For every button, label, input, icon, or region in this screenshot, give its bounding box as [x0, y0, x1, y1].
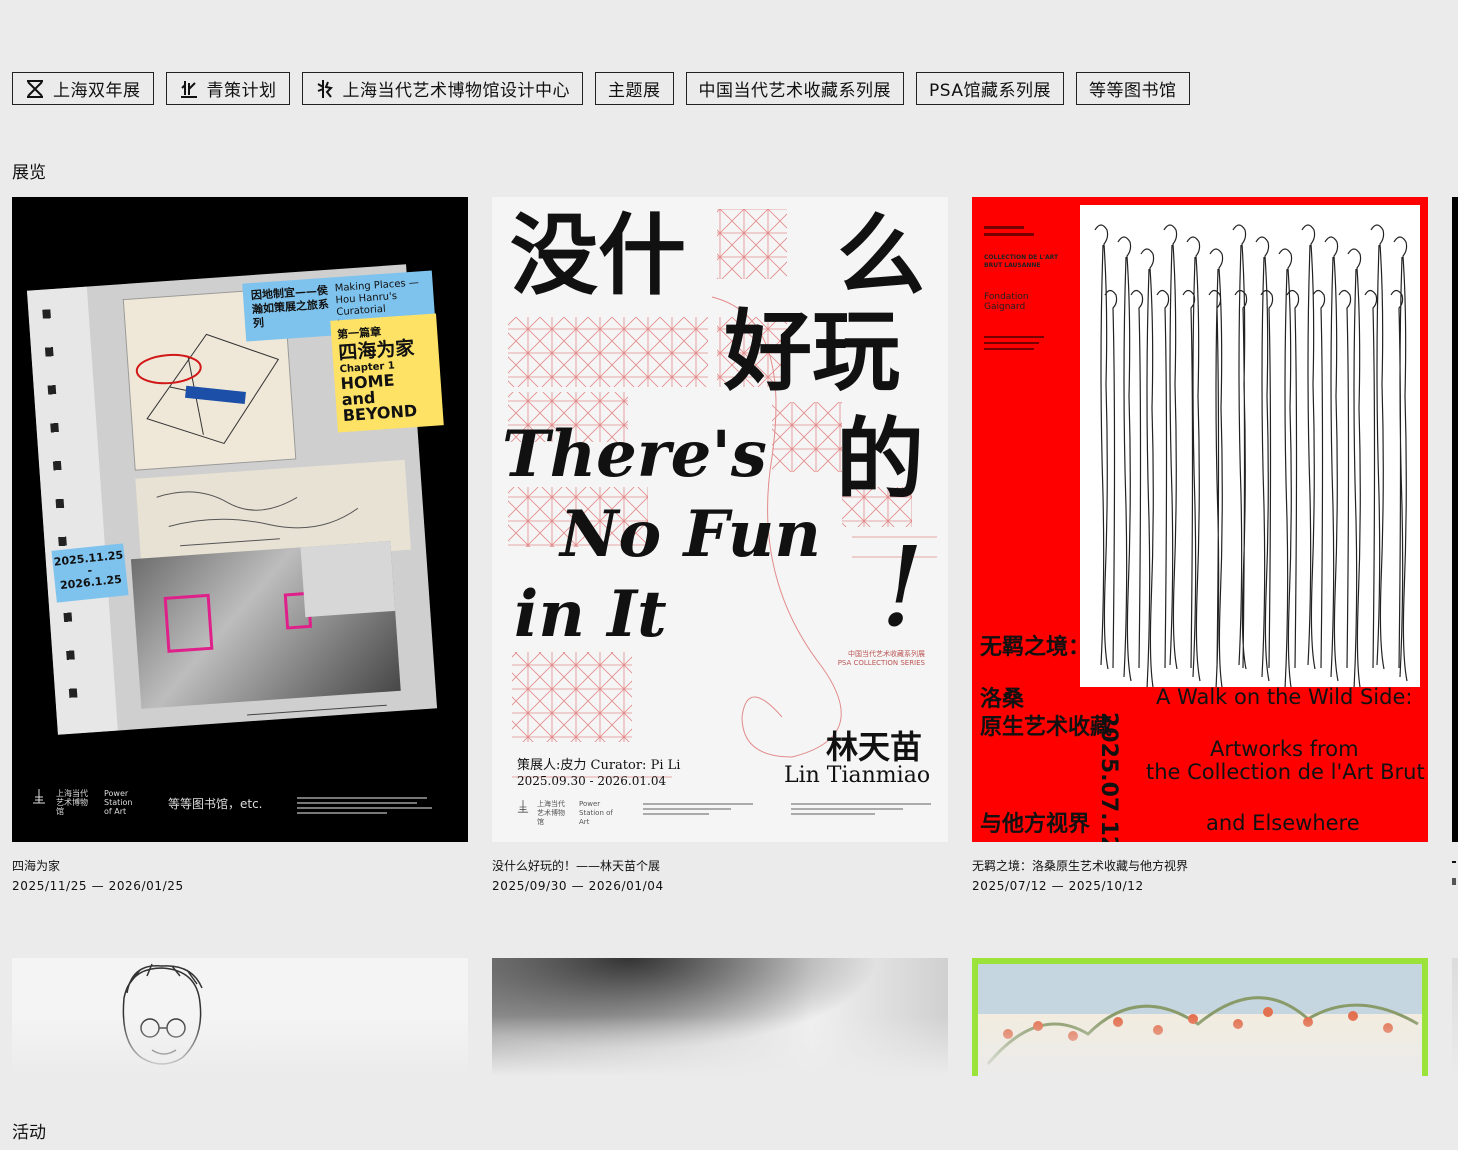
- exhibition-card[interactable]: 因地制宜——侯瀚如策展之旅系列 Making Places — Hou Hanr…: [12, 197, 468, 893]
- artist-name-en: Lin Tianmiao: [784, 763, 931, 788]
- exhibition-title[interactable]: 无羁之境：洛桑原生艺术收藏与他方视界: [972, 857, 1428, 874]
- biennale-logo-icon: [27, 79, 43, 98]
- series-cn: 中国当代艺术收藏系列展: [848, 650, 925, 658]
- series-en: PSA COLLECTION SERIES: [837, 659, 925, 667]
- filter-label: 青策计划: [206, 81, 277, 101]
- poster-drawing: [1080, 205, 1420, 694]
- psa-logo-icon: [517, 800, 529, 813]
- exhibition-poster[interactable]: 因地制宜——侯瀚如策展之旅系列 Making Places — Hou Hanr…: [12, 197, 468, 842]
- exhibition-date: 2025/07/12 — 2025/10/12: [972, 879, 1144, 893]
- curator-text: 策展人:皮力 Curator: Pi Li: [517, 758, 681, 773]
- curatorial-logo-icon: [180, 80, 197, 98]
- exhibition-card-preview-partial[interactable]: [1452, 958, 1458, 1076]
- venue-en: Power Station of Art: [104, 789, 133, 816]
- poster-cn-title: 好玩: [724, 299, 901, 403]
- filter-label: 上海当代艺术博物馆设计中心: [342, 81, 570, 101]
- exhibition-title-partial: [1452, 857, 1458, 867]
- exhibition-poster[interactable]: COLLECTION DE L'ART BRUT LAUSANNE Fondat…: [972, 197, 1428, 842]
- venue-cn: 上海当代艺术博物馆: [537, 800, 565, 826]
- sticker-text-cn: 因地制宜——侯瀚如策展之旅系列: [250, 283, 330, 331]
- exhibition-poster[interactable]: 没什 么 好玩 的 There's No Fun in It ! 中国当代艺术收…: [492, 197, 948, 842]
- yellow-sticker: 第一篇章 四海为家 Chapter 1 HOME and BEYOND: [330, 313, 444, 433]
- exhibition-date: 2025/11/25 — 2026/01/25: [12, 879, 184, 893]
- exhibition-card[interactable]: 没什 么 好玩 的 There's No Fun in It ! 中国当代艺术收…: [492, 197, 948, 893]
- artist-name-cn: 林天苗: [826, 728, 923, 766]
- poster-cn-title: 无羁之境：: [980, 635, 1091, 660]
- poster-footer: 上海当代艺术博物馆 Power Station of Art: [517, 800, 937, 827]
- poster-cn-title: 原生艺术收藏: [980, 715, 1113, 740]
- filter-shanghai-biennale[interactable]: 上海双年展: [12, 72, 154, 105]
- exhibition-title[interactable]: 四海为家: [12, 857, 468, 874]
- design-center-logo-icon: [316, 79, 333, 98]
- support-name: Fondation Gaignard: [984, 292, 1029, 312]
- poster-en-title: No Fun: [560, 497, 821, 572]
- filter-label: PSA馆藏系列展: [929, 81, 1051, 101]
- drawing-figures: [1094, 224, 1408, 694]
- section-title-events: 活动: [12, 1123, 46, 1143]
- filter-label: 等等图书馆: [1089, 81, 1177, 101]
- poster-cn-title: 与他方视界: [980, 812, 1091, 837]
- filter-psa-design-center[interactable]: 上海当代艺术博物馆设计中心: [301, 72, 583, 105]
- poster-en-title: in It: [514, 577, 667, 652]
- exhibition-card-preview[interactable]: [492, 958, 948, 1076]
- filter-label: 上海双年展: [53, 81, 141, 101]
- filter-label: 中国当代艺术收藏系列展: [698, 81, 891, 101]
- poster-footer: 上海当代艺术博物馆 Power Station of Art 等等图书馆，etc…: [32, 789, 452, 817]
- exhibition-date: 2025/09/30 — 2026/01/04: [492, 879, 664, 893]
- poster-en-title: and Elsewhere: [1206, 811, 1360, 835]
- filter-chinese-collection[interactable]: 中国当代艺术收藏系列展: [685, 72, 904, 105]
- poster-en-title: There's: [502, 417, 767, 492]
- poster-en-title: Artworks from: [1210, 737, 1359, 761]
- filter-bar: 上海双年展 青策计划 上海当代艺术博物馆设计中心 主题展 中国当代艺术收藏系列展…: [12, 72, 1190, 105]
- series-label: 中国当代艺术收藏系列展 PSA COLLECTION SERIES: [830, 649, 925, 667]
- poster-cn-title: 没什: [510, 203, 687, 307]
- sponsor-info: COLLECTION DE L'ART BRUT LAUSANNE Fondat…: [984, 222, 1064, 354]
- poster-en-title: A Walk on the Wild Side:: [1156, 685, 1413, 709]
- filter-curatorial-program[interactable]: 青策计划: [165, 72, 290, 105]
- filter-label: 主题展: [608, 81, 661, 101]
- chapter-en: BEYOND: [342, 401, 418, 426]
- poster-en-title: the Collection de l'Art Brut: [1146, 760, 1425, 784]
- poster-cn-title: 么: [837, 203, 926, 307]
- venue-en: Power Station of Art: [579, 800, 613, 826]
- filter-thematic[interactable]: 主题展: [595, 72, 674, 105]
- exhibition-title[interactable]: 没什么好玩的！——林天苗个展: [492, 857, 948, 874]
- poster-dates: 2025.09.30 - 2026.01.04: [517, 774, 667, 788]
- poster-exclaim: !: [880, 523, 925, 651]
- exhibition-card[interactable]: COLLECTION DE L'ART BRUT LAUSANNE Fondat…: [972, 197, 1428, 893]
- collection-name: COLLECTION DE L'ART BRUT LAUSANNE: [984, 254, 1059, 269]
- poster-cn-title: 的: [836, 407, 925, 511]
- date-sticker: 2025.11.25 - 2026.1.25: [51, 543, 129, 603]
- filter-etc-library[interactable]: 等等图书馆: [1076, 72, 1190, 105]
- exhibition-card-partial[interactable]: [1452, 197, 1458, 842]
- venue-cn: 上海当代艺术博物馆: [56, 789, 88, 816]
- psa-logo-icon: [33, 789, 45, 804]
- section-title-exhibitions: 展览: [12, 163, 46, 183]
- library-text: 等等图书馆，etc.: [168, 797, 263, 811]
- exhibition-card-preview[interactable]: [972, 958, 1428, 1076]
- filter-psa-collection[interactable]: PSA馆藏系列展: [916, 72, 1064, 105]
- exhibition-date-partial: [1452, 878, 1458, 888]
- poster-vertical-date: 2025.07.12 —10.12: [1096, 712, 1121, 842]
- exhibition-card-preview[interactable]: [12, 958, 468, 1076]
